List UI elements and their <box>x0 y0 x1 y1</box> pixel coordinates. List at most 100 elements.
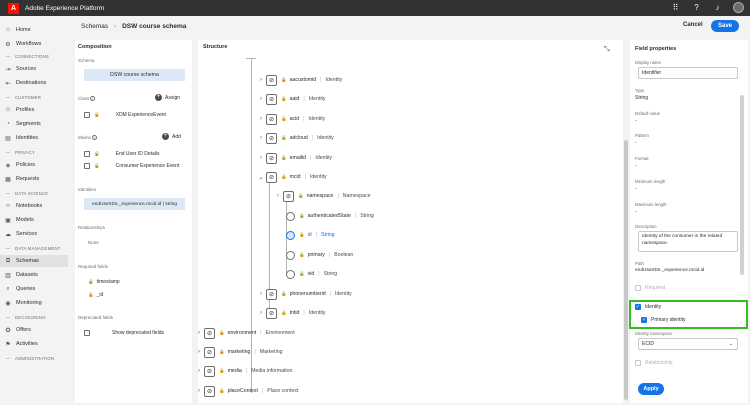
sidebar-item-home[interactable]: ⌂ Home <box>0 24 68 36</box>
apps-icon[interactable]: ⠿ <box>670 2 681 13</box>
tree-row[interactable]: 🔒 id | String <box>284 229 335 241</box>
tree-row[interactable]: › ⊘ 🔒 emailid | Identity <box>258 152 332 164</box>
sidebar-item-workflows[interactable]: ⚙ Workflows <box>0 38 68 50</box>
sidebar-item-datasets[interactable]: ▥ Datasets <box>0 269 68 281</box>
sidebar-item-destinations[interactable]: ⇤ Destinations <box>0 77 68 89</box>
object-node-icon[interactable]: ⊘ <box>204 327 215 339</box>
schema-item[interactable]: DSW course schema <box>84 69 185 81</box>
add-mixin-button[interactable]: + Add <box>162 133 181 140</box>
tree-row[interactable]: › ⊘ 🔒 placeContext | Place context <box>198 385 298 397</box>
save-button[interactable]: Save <box>711 20 739 32</box>
mixin-item[interactable]: 🔒 Consumer Experience Event <box>84 161 188 170</box>
apply-button[interactable]: Apply <box>638 383 664 395</box>
chevron-right-icon[interactable]: › <box>198 349 202 355</box>
cancel-button[interactable]: Cancel <box>683 22 703 28</box>
chevron-icon: — <box>5 191 11 196</box>
sidebar-item-schemas[interactable]: ⧉ Schemas <box>0 255 68 267</box>
object-node-icon[interactable]: ⊘ <box>204 346 215 358</box>
object-node-icon[interactable]: ⊘ <box>266 171 277 183</box>
object-node-icon[interactable]: ⊘ <box>266 113 277 125</box>
tree-row[interactable]: › ⊘ 🔒 phonenumberid | Identity <box>258 288 352 300</box>
chevron-right-icon[interactable]: › <box>258 96 264 102</box>
identity-item[interactable]: endUserIDs._experience.mcid.id | string <box>84 198 185 210</box>
tree-row[interactable]: 🔒 authenticatedState | String <box>284 210 374 222</box>
tree-row[interactable]: › ⊘ 🔒 environment | Environment <box>198 327 295 339</box>
tree-row[interactable]: ⌄ ⊘ 🔒 mcid | Identity <box>258 171 327 183</box>
sidebar-item-notebooks[interactable]: ‹› Notebooks <box>0 200 68 212</box>
avatar[interactable] <box>733 2 744 13</box>
tree-row[interactable]: › ⊘ 🔒 media | Media information <box>198 365 292 377</box>
help-icon[interactable]: ? <box>691 2 702 13</box>
tree-row[interactable]: › ⊘ 🔒 adcloud | Identity <box>258 132 334 144</box>
bell-icon[interactable]: ♪ <box>712 2 723 13</box>
required-checkbox[interactable]: Required <box>635 285 665 291</box>
chevron-down-icon[interactable]: ⌄ <box>258 174 264 181</box>
chevron-right-icon[interactable]: › <box>258 77 264 83</box>
checkbox[interactable] <box>84 150 90 157</box>
tree-row[interactable]: › ⊘ 🔒 aacustomid | Identity <box>258 74 342 86</box>
info-icon[interactable]: i <box>90 96 96 101</box>
object-node-icon[interactable]: ⊘ <box>283 190 294 202</box>
tree-row[interactable]: › ⊘ 🔒 acid | Identity <box>258 113 325 125</box>
tree-row[interactable]: › ⊘ 🔒 namespace | Namespace <box>275 190 370 202</box>
assign-class-button[interactable]: + Assign <box>155 94 180 101</box>
tree-row[interactable]: › ⊘ 🔒 aaid | Identity <box>258 93 326 105</box>
checkbox[interactable] <box>635 285 641 291</box>
object-node-icon[interactable]: ⊘ <box>204 385 215 397</box>
object-node-icon[interactable]: ⊘ <box>204 365 215 377</box>
sidebar-item-segments[interactable]: ◔ Segments <box>0 118 68 130</box>
description-input[interactable]: Identity of the consumer in the related … <box>638 231 738 252</box>
sidebar-item-queries[interactable]: ⌕ Queries <box>0 283 68 295</box>
sidebar-item-models[interactable]: ▣ Models <box>0 214 68 226</box>
object-node-icon[interactable]: ⊘ <box>266 288 277 300</box>
tree-row[interactable]: 🔒 primary | Boolean <box>284 249 353 261</box>
chevron-right-icon[interactable]: › <box>198 388 202 394</box>
checkbox[interactable] <box>84 162 90 169</box>
scrollbar[interactable] <box>624 140 628 400</box>
field-node-icon[interactable] <box>286 230 295 240</box>
chevron-right-icon[interactable]: › <box>258 291 264 297</box>
object-node-icon[interactable]: ⊘ <box>266 132 277 144</box>
chevron-right-icon[interactable]: › <box>258 116 264 122</box>
sidebar-item-activities[interactable]: ⚑ Activities <box>0 338 68 350</box>
tree-row[interactable]: › ⊘ 🔒 tntid | Identity <box>258 307 326 319</box>
sidebar-item-label: Queries <box>16 286 36 292</box>
field-node-icon[interactable] <box>286 211 295 221</box>
object-node-icon[interactable]: ⊘ <box>266 93 277 105</box>
field-node-icon[interactable] <box>286 269 295 279</box>
object-node-icon[interactable]: ⊘ <box>266 74 277 86</box>
display-name-input[interactable]: Identifier <box>638 67 738 79</box>
sidebar-item-requests[interactable]: ▦ Requests <box>0 173 68 185</box>
adobe-logo-icon[interactable]: A <box>8 2 19 14</box>
chevron-right-icon[interactable]: › <box>258 135 264 141</box>
tree-row[interactable]: › ⊘ 🔒 marketing | Marketing <box>198 346 283 358</box>
expand-icon[interactable]: ⤡ <box>604 46 610 54</box>
sidebar-item-offers[interactable]: ✪ Offers <box>0 324 68 336</box>
chevron-right-icon[interactable]: › <box>275 193 281 199</box>
chevron-right-icon[interactable]: › <box>258 310 264 316</box>
identity-namespace-select[interactable]: ECID ⌄ <box>638 338 738 350</box>
chevron-right-icon[interactable]: › <box>198 330 202 336</box>
sidebar-item-profiles[interactable]: ☺ Profiles <box>0 104 68 116</box>
class-item[interactable]: 🔒 XDM ExperienceEvent <box>84 110 188 119</box>
checkbox[interactable] <box>635 360 641 366</box>
sidebar-item-monitoring[interactable]: ◉ Monitoring <box>0 297 68 309</box>
breadcrumb-root[interactable]: Schemas <box>81 23 108 30</box>
sidebar-item-identities[interactable]: ▤ Identities <box>0 132 68 144</box>
show-deprecated-toggle[interactable]: Show deprecated fields <box>84 328 188 337</box>
sidebar-item-sources[interactable]: ⇥ Sources <box>0 63 68 75</box>
chevron-right-icon[interactable]: › <box>198 368 202 374</box>
object-node-icon[interactable]: ⊘ <box>266 307 277 319</box>
field-node-icon[interactable] <box>286 250 295 260</box>
chevron-right-icon[interactable]: › <box>258 155 264 161</box>
info-icon[interactable]: i <box>91 135 97 140</box>
scrollbar[interactable] <box>740 95 744 275</box>
checkbox[interactable] <box>84 111 90 118</box>
tree-row[interactable]: 🔒 xid | String <box>284 268 337 280</box>
checkbox[interactable] <box>84 329 90 336</box>
object-node-icon[interactable]: ⊘ <box>266 152 277 164</box>
sidebar-item-policies[interactable]: ◈ Policies <box>0 159 68 171</box>
mixin-item[interactable]: 🔒 End User ID Details <box>84 149 188 158</box>
relationship-checkbox[interactable]: Relationship <box>635 360 673 366</box>
sidebar-item-services[interactable]: ☁ Services <box>0 228 68 240</box>
